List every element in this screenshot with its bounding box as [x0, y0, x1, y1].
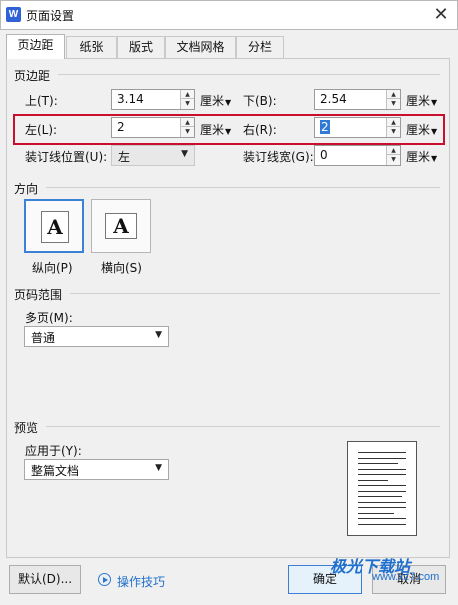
caret-down-icon: ▼ — [155, 463, 162, 473]
spin-up-icon[interactable]: ▲ — [387, 146, 400, 155]
caret-down-icon: ▼ — [225, 98, 232, 107]
divider — [70, 293, 440, 294]
right-margin-label: 右(R): — [243, 123, 277, 137]
apply-to-value: 整篇文档 — [31, 464, 80, 478]
spin-down-icon[interactable]: ▼ — [387, 99, 400, 108]
gutter-position-label: 装订线位置(U): — [25, 150, 108, 164]
unit-label: 厘米 — [406, 94, 431, 108]
unit-label: 厘米 — [406, 150, 431, 164]
preview-text-line — [358, 457, 406, 459]
multi-page-label: 多页(M): — [25, 311, 73, 325]
right-margin-spinner[interactable]: 2 ▲ ▼ — [314, 117, 401, 138]
page-preview — [347, 441, 417, 536]
bottom-margin-value: 2.54 — [320, 92, 347, 106]
apply-to-label: 应用于(Y): — [25, 444, 82, 458]
landscape-label: 横向(S) — [101, 261, 142, 275]
gutter-position-select[interactable]: 左 ▼ — [111, 145, 195, 166]
preview-text-line — [358, 501, 406, 503]
preview-text-line — [358, 485, 406, 486]
left-margin-spinner[interactable]: 2 ▲ ▼ — [111, 117, 195, 138]
margins-section-title: 页边距 — [14, 69, 51, 83]
tab-doc-grid[interactable]: 文档网格 — [165, 36, 236, 58]
default-button[interactable]: 默认(D)... — [9, 565, 81, 594]
left-margin-label: 左(L): — [25, 123, 58, 137]
watermark-url: www.xz7.com — [372, 571, 440, 583]
top-margin-value: 3.14 — [117, 92, 144, 106]
spin-down-icon[interactable]: ▼ — [387, 127, 400, 136]
left-unit-select[interactable]: 厘米▼ — [200, 121, 231, 138]
portrait-label: 纵向(P) — [32, 261, 73, 275]
unit-label: 厘米 — [200, 123, 225, 137]
bottom-margin-spinner[interactable]: 2.54 ▲ ▼ — [314, 89, 401, 110]
caret-down-icon: ▼ — [155, 330, 162, 340]
unit-label: 厘米 — [406, 123, 431, 137]
gutter-width-spinner[interactable]: 0 ▲ ▼ — [314, 145, 401, 166]
top-unit-select[interactable]: 厘米▼ — [200, 92, 231, 109]
play-help-icon[interactable] — [98, 573, 111, 586]
gutter-unit-select[interactable]: 厘米▼ — [406, 148, 437, 165]
divider — [46, 426, 440, 427]
spin-up-icon[interactable]: ▲ — [387, 118, 400, 127]
preview-text-line — [358, 523, 406, 525]
preview-text-line — [358, 490, 406, 492]
preview-text-line — [358, 479, 388, 481]
right-unit-select[interactable]: 厘米▼ — [406, 121, 437, 138]
spin-up-icon[interactable]: ▲ — [387, 90, 400, 99]
portrait-option[interactable]: A — [24, 199, 84, 253]
spin-down-icon[interactable]: ▼ — [387, 155, 400, 164]
tab-layout[interactable]: 版式 — [117, 36, 165, 58]
tips-link[interactable]: 操作技巧 — [117, 573, 165, 590]
preview-text-line — [358, 463, 398, 464]
tab-paper[interactable]: 纸张 — [66, 36, 117, 58]
multi-page-select[interactable]: 普通 ▼ — [24, 326, 169, 347]
portrait-page-icon: A — [41, 211, 69, 243]
divider — [46, 187, 440, 188]
landscape-option[interactable]: A — [91, 199, 151, 253]
preview-text-line — [358, 452, 406, 453]
preview-text-line — [358, 518, 406, 519]
window-title: 页面设置 — [26, 9, 75, 23]
caret-down-icon: ▼ — [431, 154, 438, 163]
tab-margins[interactable]: 页边距 — [6, 34, 65, 59]
orientation-section-title: 方向 — [14, 182, 39, 196]
apply-to-select[interactable]: 整篇文档 ▼ — [24, 459, 169, 480]
page-range-section-title: 页码范围 — [14, 288, 63, 302]
left-margin-value: 2 — [117, 120, 125, 134]
top-margin-label: 上(T): — [25, 94, 58, 108]
bottom-margin-label: 下(B): — [243, 94, 277, 108]
preview-text-line — [358, 468, 406, 470]
spin-down-icon[interactable]: ▼ — [181, 127, 194, 136]
gutter-width-label: 装订线宽(G): — [243, 150, 314, 164]
right-margin-value: 2 — [320, 120, 330, 134]
caret-down-icon: ▼ — [181, 149, 188, 159]
unit-label: 厘米 — [200, 94, 225, 108]
close-icon[interactable]: ✕ — [424, 0, 458, 29]
top-margin-spinner[interactable]: 3.14 ▲ ▼ — [111, 89, 195, 110]
landscape-page-icon: A — [105, 213, 137, 239]
wps-writer-icon: W — [6, 7, 21, 22]
spin-down-icon[interactable]: ▼ — [181, 99, 194, 108]
caret-down-icon: ▼ — [225, 127, 232, 136]
spin-up-icon[interactable]: ▲ — [181, 90, 194, 99]
bottom-unit-select[interactable]: 厘米▼ — [406, 92, 437, 109]
divider — [58, 74, 440, 75]
spin-up-icon[interactable]: ▲ — [181, 118, 194, 127]
gutter-position-value: 左 — [118, 150, 131, 164]
preview-text-line — [358, 512, 394, 514]
multi-page-value: 普通 — [31, 331, 56, 345]
tab-columns[interactable]: 分栏 — [236, 36, 284, 58]
preview-section-title: 预览 — [14, 421, 39, 435]
caret-down-icon: ▼ — [431, 98, 438, 107]
gutter-width-value: 0 — [320, 148, 328, 162]
preview-text-line — [358, 474, 406, 475]
preview-text-line — [358, 496, 402, 497]
preview-text-line — [358, 507, 406, 508]
caret-down-icon: ▼ — [431, 127, 438, 136]
